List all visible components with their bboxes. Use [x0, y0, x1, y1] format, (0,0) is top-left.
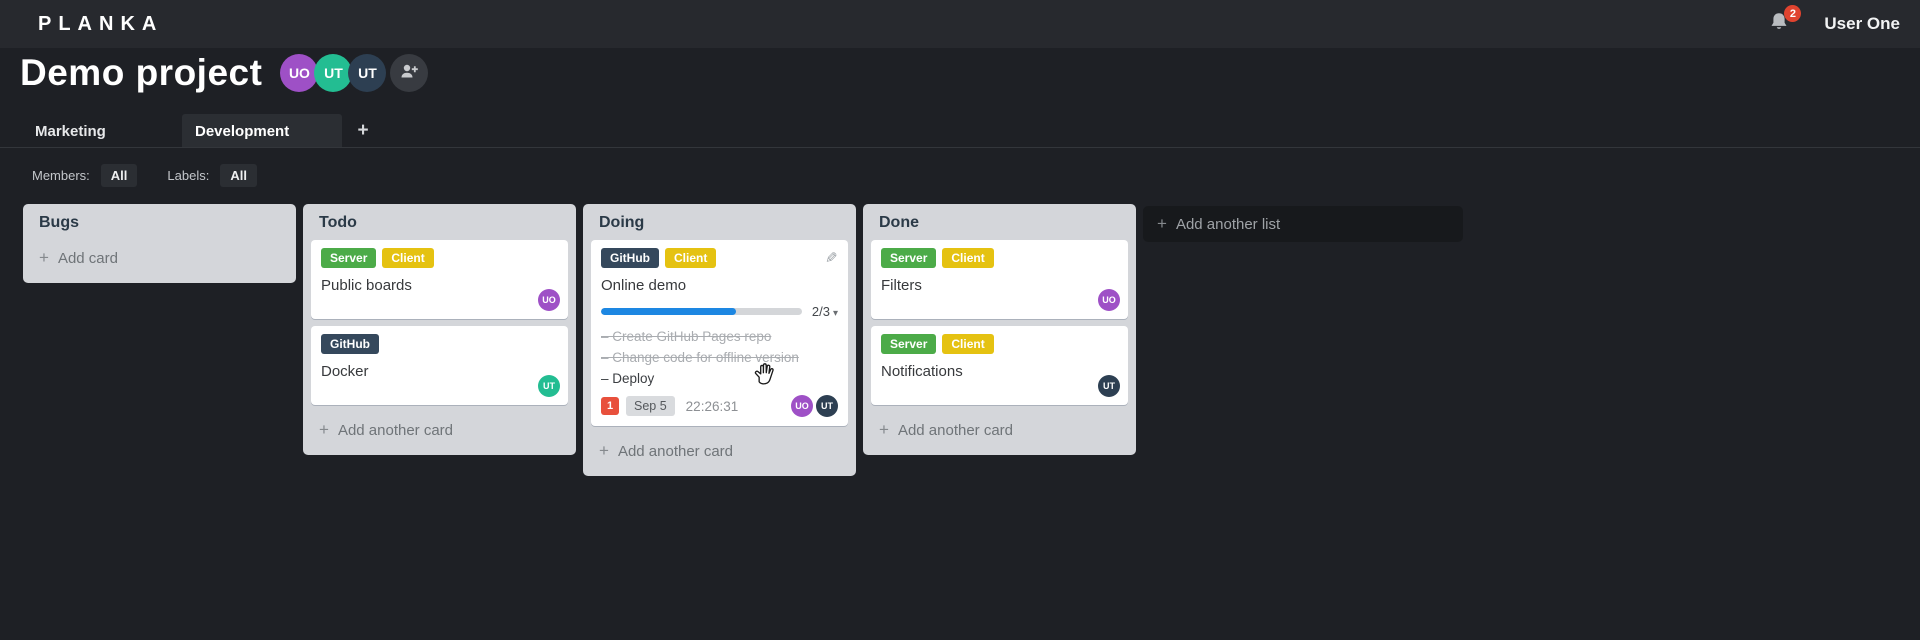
card-title: Docker	[321, 363, 369, 380]
chevron-down-icon: ▾	[832, 308, 838, 319]
topbar-right: 2 User One	[1768, 5, 1900, 39]
task-item: – Create GitHub Pages repo	[601, 329, 772, 344]
edit-card-icon[interactable]: ✎	[825, 250, 838, 267]
card-title: Notifications	[881, 363, 963, 380]
task-item: – Change code for offline version	[601, 350, 799, 365]
plus-icon: +	[319, 420, 329, 439]
due-date-chip[interactable]: Sep 5	[626, 396, 675, 416]
card-label-row: Server Client	[321, 248, 558, 268]
card-label: Client	[942, 334, 994, 354]
list-doing: Doing GitHub Client ✎ Online demo 2/3 ▾ – Creat…	[583, 204, 856, 476]
card-member-avatar: UO	[1098, 289, 1120, 311]
card[interactable]: Server Client Filters UO	[871, 240, 1128, 319]
notification-count-badge: 2	[1784, 5, 1802, 22]
add-member-button[interactable]	[390, 54, 429, 92]
card-member-avatar: UT	[1098, 375, 1120, 397]
list-done: Done Server Client Filters UO Server Client Not…	[863, 204, 1136, 455]
progress-bar-fill	[601, 308, 736, 315]
card-label-row: GitHub	[321, 334, 558, 354]
card-label-row: GitHub Client ✎	[601, 248, 838, 268]
members-filter-value[interactable]: All	[100, 164, 138, 187]
tabs-divider	[0, 147, 1920, 148]
add-card-label: Add card	[57, 249, 118, 267]
card[interactable]: GitHub Docker UT	[311, 326, 568, 405]
card-label: Client	[665, 248, 717, 268]
card-member-avatars: UO UT	[788, 395, 838, 417]
timer-value[interactable]: 22:26:31	[686, 399, 739, 414]
add-list-button[interactable]: + Add another list	[1143, 206, 1463, 242]
board: Bugs + Add card Todo Server Client Public boar…	[23, 204, 1920, 476]
bell-icon	[1768, 13, 1790, 39]
plus-icon: +	[879, 420, 889, 439]
add-card-button[interactable]: + Add another card	[863, 412, 1136, 453]
topbar: PLANKA 2 User One	[0, 0, 1920, 48]
card-title: Public boards	[321, 277, 412, 294]
filter-bar: Members: All Labels: All	[32, 164, 257, 187]
add-card-label: Add another card	[337, 421, 454, 439]
user-menu[interactable]: User One	[1824, 14, 1900, 34]
card-label-row: Server Client	[881, 334, 1118, 354]
card-label: GitHub	[321, 334, 379, 354]
task-item: – Deploy	[601, 371, 655, 386]
card-member-avatar: UO	[791, 395, 813, 417]
project-members: UO UT UT	[280, 54, 429, 92]
add-card-label: Add another card	[617, 442, 734, 460]
card-member-avatar: UT	[816, 395, 838, 417]
card-label: Client	[382, 248, 434, 268]
card-notification-badge: 1	[601, 397, 619, 415]
plus-icon: +	[1157, 214, 1167, 233]
project-member-avatar[interactable]: UO	[280, 54, 319, 92]
card[interactable]: GitHub Client ✎ Online demo 2/3 ▾ – Create Git…	[591, 240, 848, 426]
project-member-avatar[interactable]: UT	[314, 54, 353, 92]
list-todo: Todo Server Client Public boards UO GitHub Doc…	[303, 204, 576, 455]
board-tabs: Marketing Development +	[22, 114, 384, 148]
progress-count[interactable]: 2/3 ▾	[812, 304, 838, 319]
card-member-avatar: UO	[538, 289, 560, 311]
add-card-button[interactable]: + Add another card	[583, 433, 856, 474]
add-card-label: Add another card	[897, 421, 1014, 439]
add-list-label: Add another list	[1175, 215, 1281, 233]
card-label: Server	[881, 248, 937, 268]
task-progress-row: 2/3 ▾	[601, 304, 838, 319]
task-list: – Create GitHub Pages repo – Change code …	[601, 326, 838, 389]
members-filter-label: Members:	[32, 168, 90, 183]
notifications-button[interactable]: 2	[1768, 5, 1802, 39]
progress-bar	[601, 308, 802, 315]
plus-icon: +	[599, 441, 609, 460]
app-logo[interactable]: PLANKA	[38, 13, 163, 36]
card-title: Filters	[881, 277, 922, 294]
add-board-button[interactable]: +	[342, 114, 384, 148]
tab-marketing[interactable]: Marketing	[22, 114, 182, 148]
card[interactable]: Server Client Notifications UT	[871, 326, 1128, 405]
page-title[interactable]: Demo project	[20, 52, 262, 94]
card-label: Server	[881, 334, 937, 354]
list-title: Bugs	[39, 214, 79, 231]
list-title: Doing	[599, 214, 645, 231]
card-label: GitHub	[601, 248, 659, 268]
card-member-avatar: UT	[538, 375, 560, 397]
project-member-avatar[interactable]: UT	[348, 54, 387, 92]
list-title: Todo	[319, 214, 357, 231]
plus-icon: +	[39, 248, 49, 267]
card-label: Client	[942, 248, 994, 268]
card[interactable]: Server Client Public boards UO	[311, 240, 568, 319]
add-card-button[interactable]: + Add another card	[303, 412, 576, 453]
labels-filter-value[interactable]: All	[220, 164, 257, 187]
card-label-row: Server Client	[881, 248, 1118, 268]
labels-filter-label: Labels:	[167, 168, 210, 183]
card-footer: 1 Sep 5 22:26:31 UO UT	[601, 395, 838, 417]
card-title: Online demo	[601, 277, 687, 294]
project-header: Demo project UO UT UT	[20, 52, 429, 94]
tab-development[interactable]: Development	[182, 114, 342, 148]
card-label: Server	[321, 248, 377, 268]
add-user-icon	[399, 62, 419, 85]
list-bugs: Bugs + Add card	[23, 204, 296, 283]
list-title: Done	[879, 214, 919, 231]
add-card-button[interactable]: + Add card	[23, 240, 296, 281]
